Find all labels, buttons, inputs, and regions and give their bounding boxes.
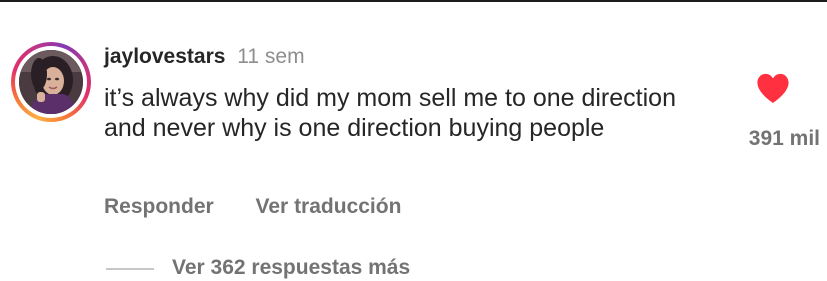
story-ring[interactable] bbox=[11, 42, 91, 122]
username[interactable]: jaylovestars bbox=[104, 45, 225, 68]
comment-text: it’s always why did my mom sell me to on… bbox=[104, 84, 676, 142]
avatar-photo bbox=[19, 50, 83, 114]
like-count[interactable]: 391 mil bbox=[700, 126, 820, 152]
see-translation-button[interactable]: Ver traducción bbox=[256, 195, 402, 218]
comment-header: jaylovestars 11 sem bbox=[104, 44, 305, 70]
reply-button[interactable]: Responder bbox=[104, 195, 214, 218]
avatar[interactable] bbox=[19, 50, 83, 114]
view-replies-button[interactable]: Ver 362 respuestas más bbox=[172, 255, 410, 281]
comment-timestamp: 11 sem bbox=[237, 45, 305, 68]
top-divider bbox=[0, 0, 827, 2]
heart-icon[interactable] bbox=[756, 72, 790, 104]
replies-divider bbox=[106, 268, 154, 270]
comment-actions: Responder Ver traducción bbox=[104, 194, 401, 220]
avatar-ring-gap bbox=[15, 46, 87, 118]
